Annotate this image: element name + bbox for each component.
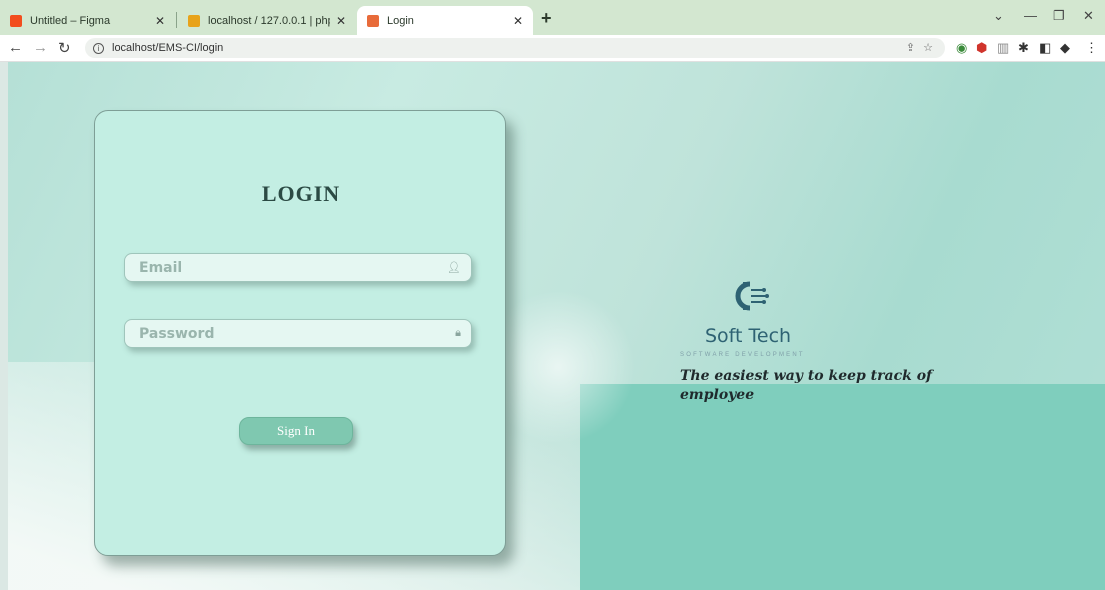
login-favicon-icon [367,14,379,27]
tab-separator [176,12,177,28]
login-page: LOGIN 👤︎ 🔒︎ Sign In Soft Tech SOFTWARE D… [8,62,1105,590]
profile-icon[interactable]: ◆ [1060,40,1070,56]
sign-in-button[interactable]: Sign In [239,417,353,445]
tab-login[interactable]: Login ✕ [357,6,533,35]
lock-icon: 🔒︎ [455,327,461,339]
reader-extension-icon[interactable]: ▥ [997,40,1009,56]
tab-strip: Untitled – Figma ✕ localhost / 127.0.0.1… [0,0,1105,35]
figma-favicon-icon [10,14,22,27]
background-block [580,384,1105,590]
phpmyadmin-favicon-icon [188,14,200,27]
password-input[interactable] [125,320,471,347]
user-icon: 👤︎ [447,262,461,274]
restore-icon[interactable]: ❐ [1053,8,1065,24]
tab-label: Untitled – Figma [30,14,111,27]
tab-label: localhost / 127.0.0.1 | phpMyAdm [208,14,330,27]
brand-subtitle: SOFTWARE DEVELOPMENT [680,352,805,358]
shield-extension-icon[interactable]: ⬢ [976,40,987,56]
back-icon[interactable]: ← [8,39,23,56]
url-text: localhost/EMS-CI/login [112,42,224,54]
address-bar[interactable]: i localhost/EMS-CI/login ⇪ ☆ [85,38,945,58]
reload-icon[interactable]: ↻ [58,39,71,57]
tab-close-icon[interactable]: ✕ [513,14,523,28]
puzzle-extensions-icon[interactable]: ✱ [1018,40,1029,56]
password-field[interactable]: 🔒︎ [124,319,472,348]
email-input[interactable] [125,254,471,281]
tab-phpmyadmin[interactable]: localhost / 127.0.0.1 | phpMyAdm ✕ [178,6,356,35]
login-card: LOGIN 👤︎ 🔒︎ Sign In [94,110,506,556]
side-panel-icon[interactable]: ◧ [1039,40,1051,56]
share-icon[interactable]: ⇪ [906,41,915,54]
brand-name: Soft Tech [705,325,792,347]
extension-icon[interactable]: ◉ [956,40,967,56]
bookmark-star-icon[interactable]: ☆ [923,41,933,54]
menu-kebab-icon[interactable]: ⋮ [1085,40,1098,56]
minimize-icon[interactable]: — [1024,8,1037,23]
tab-search-icon[interactable]: ⌄ [993,8,1004,24]
site-info-icon[interactable]: i [93,42,104,54]
close-window-icon[interactable]: ✕ [1083,8,1094,24]
brand-tagline: The easiest way to keep track of employe… [680,368,933,403]
tab-label: Login [387,14,414,27]
browser-toolbar: ← → ↻ i localhost/EMS-CI/login ⇪ ☆ ◉ ⬢ ▥… [0,35,1105,62]
login-title: LOGIN [261,181,341,206]
soft-tech-logo-icon [735,281,769,311]
tab-figma[interactable]: Untitled – Figma ✕ [0,6,175,35]
email-field[interactable]: 👤︎ [124,253,472,282]
tab-close-icon[interactable]: ✕ [336,14,346,28]
new-tab-icon[interactable]: + [541,8,552,29]
forward-icon[interactable]: → [33,39,48,56]
tab-close-icon[interactable]: ✕ [155,14,165,28]
